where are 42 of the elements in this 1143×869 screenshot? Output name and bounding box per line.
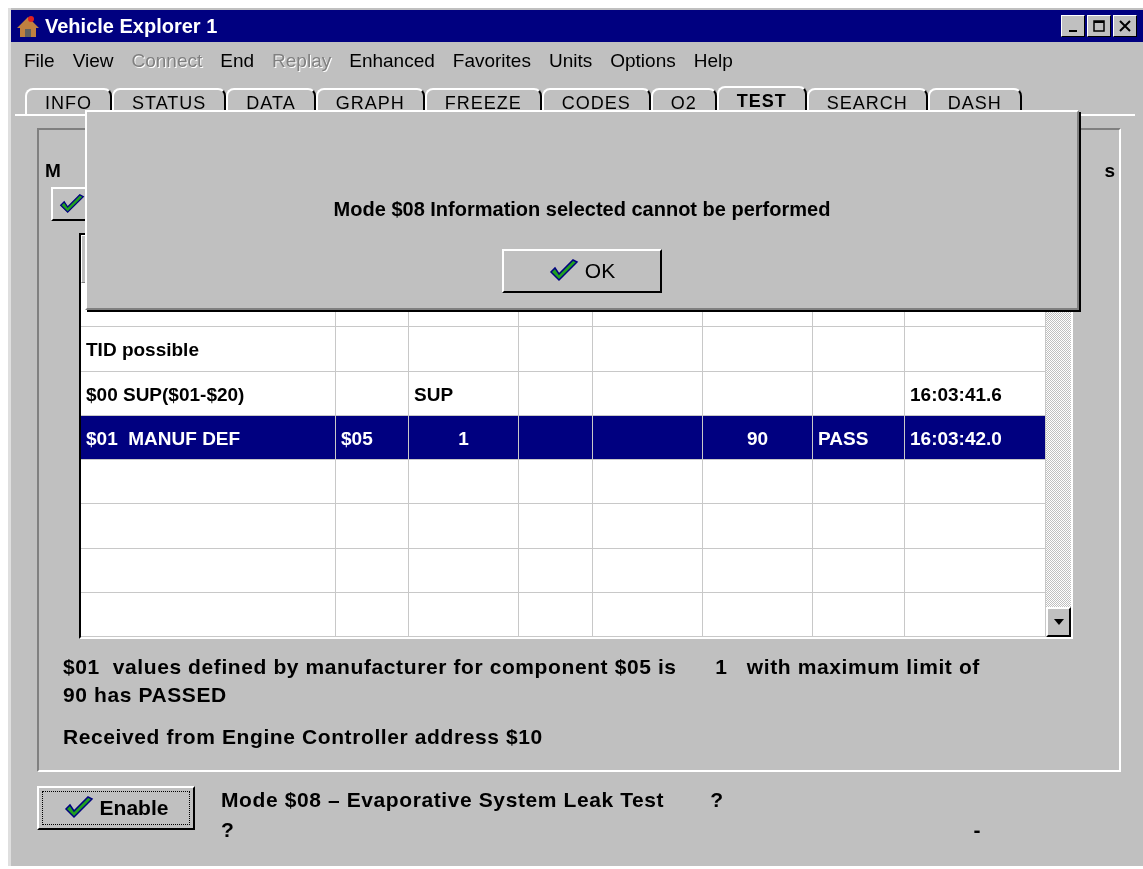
mode-label: Mode $08 – Evaporative System Leak Test <box>221 788 665 812</box>
table-cell: TID possible <box>81 327 336 372</box>
table-cell: 1 <box>409 415 519 460</box>
source-text: Received from Engine Controller address $10 <box>63 725 544 749</box>
menu-item[interactable]: View <box>63 50 123 72</box>
menu-item[interactable]: Help <box>684 50 742 72</box>
menu-item[interactable]: File <box>15 50 64 72</box>
table-cell: PASS <box>813 415 905 460</box>
panel-label: M <box>45 160 61 182</box>
menu-item[interactable]: Favorites <box>443 50 540 72</box>
ok-button[interactable]: OK <box>502 249 662 293</box>
table-cell: 16:03:41.6 <box>905 371 1046 416</box>
table-cell: 16:03:42.0 <box>905 415 1046 460</box>
table-cell: $00 SUP($01-$20) <box>81 371 336 416</box>
enable-button[interactable]: Enable <box>37 786 195 830</box>
result-text: $01 values defined by manufacturer for component $05 is 1 with maximum limit of 90 has PASSED <box>63 654 981 708</box>
tab[interactable]: INFO <box>25 88 112 114</box>
status-text: - <box>973 818 981 842</box>
status-text: ? <box>221 818 235 842</box>
table-cell: $01 MANUF DEF <box>81 415 336 460</box>
menu-item[interactable]: Enhanced <box>340 50 444 72</box>
menu-item[interactable]: Options <box>601 50 685 72</box>
mode-status: ? <box>710 788 724 812</box>
down-arrow-icon <box>1052 618 1065 626</box>
table-cell: 90 <box>703 415 813 460</box>
table-cell: SUP <box>409 371 519 416</box>
panel-label: s <box>1104 160 1115 182</box>
menu-item[interactable]: End <box>211 50 264 72</box>
menu-item[interactable]: Units <box>539 50 602 72</box>
scroll-down-button[interactable] <box>1046 607 1071 637</box>
window-title: Vehicle Explorer 1 <box>45 14 219 38</box>
maximize-button[interactable] <box>1087 15 1111 37</box>
close-icon <box>1119 20 1131 32</box>
checkmark-icon <box>63 796 94 820</box>
dialog-message: Mode $08 Information selected cannot be performed <box>333 198 831 221</box>
minimize-icon <box>1069 30 1077 32</box>
minimize-button[interactable] <box>1061 15 1085 37</box>
close-button[interactable] <box>1113 15 1137 37</box>
maximize-icon <box>1093 20 1105 32</box>
checkmark-icon <box>59 193 85 215</box>
table-cell: $05 <box>336 415 409 460</box>
house-icon <box>15 14 41 38</box>
